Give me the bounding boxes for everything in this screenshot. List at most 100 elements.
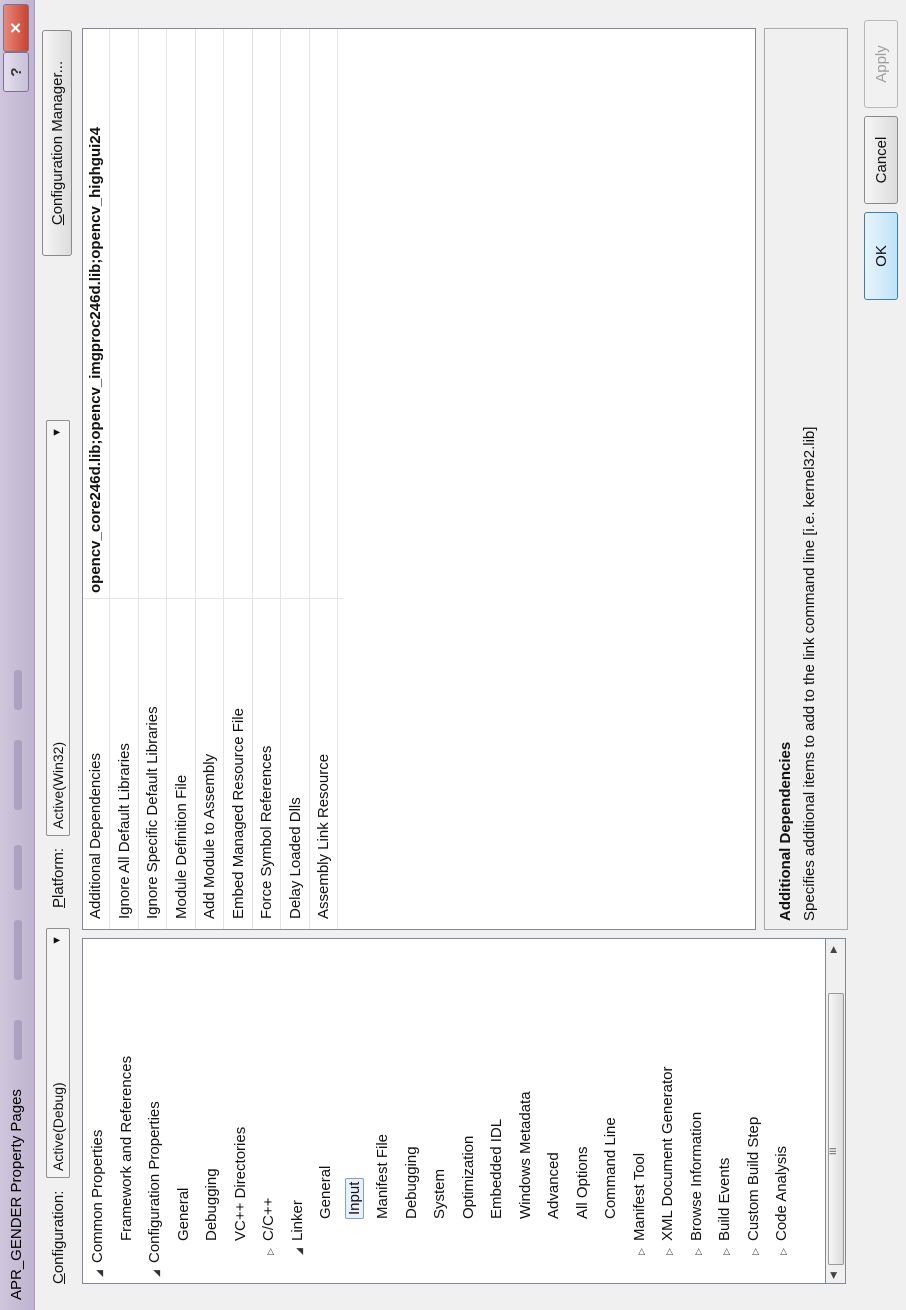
tree-item[interactable]: System (431, 1169, 457, 1233)
configuration-label-mnemonic: C (50, 1273, 67, 1284)
property-row[interactable]: Ignore Specific Default Libraries (140, 29, 167, 929)
cancel-button-label: Cancel (872, 136, 890, 184)
tree-item-label: Browse Information (687, 1111, 705, 1241)
collapsed-icon[interactable]: ▷ (778, 1241, 789, 1255)
property-row[interactable]: Embed Managed Resource File (225, 29, 253, 929)
platform-label-mnemonic: P (50, 897, 67, 908)
tree-item[interactable]: Debugging (203, 1168, 229, 1255)
blurred-title-fragment (14, 740, 22, 810)
configuration-label-rest: onfiguration: (50, 1190, 67, 1274)
tree-item[interactable]: Framework and References (118, 1056, 144, 1255)
tree-item[interactable]: ▷C/C++ (260, 1198, 286, 1255)
title-bar[interactable]: APR_GENDER Property Pages ? ✕ (0, 0, 35, 1310)
help-button[interactable]: ? (3, 52, 29, 92)
tree-item[interactable]: Optimization (460, 1136, 486, 1233)
tree-item-label: Configuration Properties (146, 1101, 163, 1263)
tree-item-label: System (431, 1168, 448, 1219)
tree-item[interactable]: ▷Code Analysis (773, 1146, 799, 1255)
configuration-value: Active(Debug) (50, 1082, 66, 1171)
expanded-icon[interactable]: ◢ (151, 1263, 162, 1277)
tree-item-label: Linker (288, 1200, 306, 1241)
property-row[interactable]: Module Definition File (168, 29, 196, 929)
tree-item-label: Custom Build Step (744, 1116, 762, 1241)
property-name: Embed Managed Resource File (229, 708, 247, 919)
configuration-select[interactable]: Active(Debug) ▼ (46, 928, 70, 1178)
tree-item-label: Embedded IDL (488, 1118, 505, 1219)
collapsed-icon[interactable]: ▷ (664, 1241, 675, 1255)
description-title: Additional Dependencies (777, 741, 794, 921)
tree-horizontal-scrollbar[interactable]: ◀ III ▶ (826, 938, 846, 1284)
property-row[interactable]: Delay Loaded Dlls (282, 29, 310, 929)
tree-item-label: Command Line (602, 1117, 619, 1219)
ok-button[interactable]: OK (864, 212, 898, 300)
property-name: Add Module to Assembly (201, 753, 218, 919)
tree-item-label: All Options (573, 1146, 591, 1219)
tree-item-label: Manifest Tool (630, 1152, 648, 1241)
property-pages-dialog: APR_GENDER Property Pages ? ✕ Configurat… (0, 0, 906, 1310)
tree-item[interactable]: All Options (574, 1146, 600, 1233)
dropdown-arrow-icon: ▼ (51, 427, 63, 438)
property-name: Delay Loaded Dlls (286, 797, 304, 919)
blurred-title-fragment (14, 670, 22, 710)
tree-item[interactable]: Debugging (403, 1146, 429, 1233)
property-row[interactable]: Force Symbol References (254, 29, 281, 929)
tree-item-label: General (317, 1165, 334, 1219)
tree-item[interactable]: Manifest File (374, 1134, 400, 1233)
blurred-title-fragment (14, 1020, 22, 1060)
tree-item[interactable]: VC++ Directories (232, 1127, 258, 1255)
tree-item-label: Input (344, 1177, 364, 1219)
property-value[interactable]: opencv_core246d.lib;opencv_imgproc246d.l… (87, 127, 104, 593)
scroll-left-arrow-icon[interactable]: ◀ (828, 1272, 839, 1279)
property-row[interactable]: Assembly Link Resource (311, 29, 338, 929)
apply-button[interactable]: Apply (864, 20, 898, 108)
blurred-title-fragment (14, 920, 22, 980)
tree-item-label: Code Analysis (773, 1145, 790, 1241)
property-name: Assembly Link Resource (315, 753, 332, 919)
property-row[interactable]: Ignore All Default Libraries (111, 29, 139, 929)
tree-item-label: Manifest File (374, 1133, 391, 1219)
configuration-manager-button[interactable]: Configuration Manager... (42, 30, 72, 256)
property-name: Force Symbol References (258, 745, 275, 919)
collapsed-icon[interactable]: ▷ (693, 1241, 704, 1255)
tree-item[interactable]: ▷Manifest Tool (631, 1153, 657, 1255)
scrollbar-thumb[interactable] (828, 993, 844, 1265)
tree-item[interactable]: Command Line (602, 1117, 628, 1233)
property-name: Ignore Specific Default Libraries (144, 706, 161, 919)
expanded-icon[interactable]: ◢ (294, 1241, 305, 1255)
tree-item[interactable]: ◢Configuration Properties (146, 1101, 172, 1277)
tree-item-label: Windows Metadata (516, 1091, 534, 1219)
collapsed-icon[interactable]: ▷ (265, 1241, 276, 1255)
platform-select[interactable]: Active(Win32) ▼ (46, 420, 70, 836)
tree-item[interactable]: ▷Custom Build Step (745, 1117, 771, 1255)
description-panel: Additional Dependencies Specifies additi… (764, 28, 848, 930)
close-button[interactable]: ✕ (3, 4, 29, 52)
tree-item[interactable]: General (175, 1188, 201, 1255)
collapsed-icon[interactable]: ▷ (636, 1241, 647, 1255)
tree-item[interactable]: ◢Common Properties (89, 1130, 115, 1277)
cancel-button[interactable]: Cancel (864, 116, 898, 204)
tree-item[interactable]: Input (344, 1177, 372, 1233)
expanded-icon[interactable]: ◢ (94, 1263, 105, 1277)
tree-item-label: Debugging (402, 1146, 420, 1219)
scroll-right-arrow-icon[interactable]: ▶ (828, 946, 839, 953)
tree-item[interactable]: General (317, 1166, 343, 1233)
tree-item-label: Build Events (716, 1157, 733, 1241)
tree-item[interactable]: ◢Linker (289, 1200, 315, 1255)
collapsed-icon[interactable]: ▷ (750, 1241, 761, 1255)
tree-item[interactable]: Advanced (545, 1152, 571, 1233)
tree-item[interactable]: ▷Build Events (716, 1158, 742, 1255)
property-tree[interactable]: ◢Common Properties Framework and Referenc… (82, 938, 826, 1284)
property-row[interactable]: Additional Dependencies opencv_core246d.l… (83, 29, 110, 929)
window-title: APR_GENDER Property Pages (8, 1089, 25, 1300)
tree-item[interactable]: ▷XML Document Generator (659, 1066, 685, 1255)
tree-item-label: Framework and References (117, 1055, 135, 1241)
platform-value: Active(Win32) (50, 741, 66, 829)
property-row[interactable]: Add Module to Assembly (197, 29, 224, 929)
property-grid[interactable]: Additional Dependencies opencv_core246d.l… (82, 28, 756, 930)
tree-item-label: VC++ Directories (231, 1126, 249, 1241)
tree-item[interactable]: ▷Browse Information (688, 1112, 714, 1255)
tree-item[interactable]: Embedded IDL (488, 1119, 514, 1233)
tree-item[interactable]: Windows Metadata (517, 1091, 543, 1233)
configuration-manager-rest: onfiguration Manager... (48, 60, 66, 215)
collapsed-icon[interactable]: ▷ (721, 1241, 732, 1255)
